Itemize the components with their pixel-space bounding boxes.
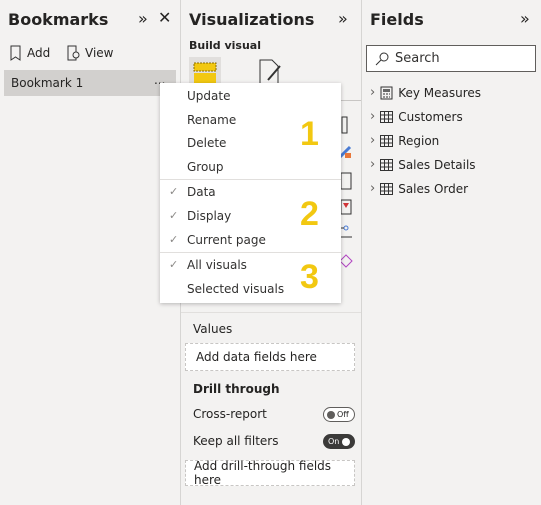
table-icon [380, 134, 394, 147]
check-icon: ✓ [169, 209, 179, 222]
values-label: Values [193, 322, 233, 336]
menu-divider [160, 179, 341, 180]
toggle-knob [327, 410, 335, 419]
chevron-right-icon[interactable]: › [370, 133, 375, 148]
menu-item-selected-visuals[interactable]: Selected visuals [187, 282, 284, 296]
values-drop-zone[interactable]: Add data fields here [185, 343, 355, 371]
cross-report-label: Cross-report [193, 407, 267, 421]
menu-item-update[interactable]: Update [187, 89, 230, 103]
toggle-state: On [328, 437, 340, 446]
check-icon: ✓ [169, 258, 179, 271]
annotation-number: 2 [300, 195, 319, 233]
build-visual-tab[interactable] [189, 57, 221, 85]
search-input[interactable]: Search [366, 45, 536, 72]
table-name: Customers [398, 109, 463, 124]
search-placeholder: Search [395, 51, 440, 66]
menu-divider [160, 252, 341, 253]
chevron-right-icon[interactable]: › [370, 109, 375, 124]
format-visual-icon[interactable] [258, 58, 284, 86]
keep-filters-label: Keep all filters [193, 434, 279, 448]
fields-well-icon [193, 62, 217, 83]
table-name: Region [398, 133, 440, 148]
menu-item-delete[interactable]: Delete [187, 136, 226, 150]
bookmark-add-icon [10, 45, 21, 61]
drill-through-drop-zone[interactable]: Add drill-through fields here [185, 459, 355, 487]
chevron-right-icon[interactable]: › [370, 85, 375, 100]
visual-type-icons[interactable] [340, 115, 356, 275]
add-label: Add [27, 46, 51, 60]
chevron-right-icon[interactable]: › [370, 157, 375, 172]
visualizations-title: Visualizations [189, 10, 315, 29]
check-icon: ✓ [169, 233, 179, 246]
field-table-key-measures[interactable]: › Key Measures [370, 85, 481, 100]
cross-report-toggle[interactable]: Off [323, 407, 355, 422]
toggle-state: Off [337, 410, 349, 419]
menu-item-all-visuals[interactable]: All visuals [187, 258, 247, 272]
field-table-region[interactable]: › Region [370, 133, 439, 148]
table-icon [380, 110, 394, 123]
field-table-sales-details[interactable]: › Sales Details [370, 157, 476, 172]
table-icon [380, 182, 394, 195]
table-name: Key Measures [398, 85, 482, 100]
menu-item-rename[interactable]: Rename [187, 113, 236, 127]
table-icon [380, 158, 394, 171]
collapse-fields-icon[interactable]: » [520, 9, 530, 28]
drill-through-title: Drill through [193, 382, 280, 396]
fields-title: Fields [370, 10, 424, 29]
view-label: View [85, 46, 114, 60]
menu-item-display[interactable]: Display [187, 209, 231, 223]
table-name: Sales Details [398, 157, 476, 172]
menu-item-group[interactable]: Group [187, 160, 224, 174]
collapse-bookmarks-icon[interactable]: » [138, 9, 148, 28]
keep-filters-toggle[interactable]: On [323, 434, 355, 449]
bookmark-label: Bookmark 1 [11, 76, 84, 90]
table-name: Sales Order [398, 181, 469, 196]
menu-item-current-page[interactable]: Current page [187, 233, 266, 247]
annotation-number: 3 [300, 258, 319, 296]
view-bookmark-button[interactable]: View [67, 45, 113, 61]
annotation-number: 1 [300, 115, 319, 153]
bookmark-context-menu: Update Rename Delete Group ✓ Data ✓ Disp… [160, 83, 341, 303]
add-bookmark-button[interactable]: Add [10, 45, 50, 61]
close-icon[interactable]: ✕ [158, 8, 171, 27]
check-icon: ✓ [169, 185, 179, 198]
calculator-icon [380, 86, 393, 100]
toggle-knob [342, 437, 351, 446]
bookmark-item[interactable]: Bookmark 1 ... [4, 70, 176, 96]
view-icon [67, 45, 80, 61]
search-icon [375, 52, 389, 65]
bookmarks-title: Bookmarks [8, 10, 109, 29]
build-visual-label: Build visual [189, 39, 261, 52]
field-table-sales-order[interactable]: › Sales Order [370, 181, 468, 196]
menu-item-data[interactable]: Data [187, 185, 216, 199]
field-table-customers[interactable]: › Customers [370, 109, 463, 124]
collapse-viz-icon[interactable]: » [338, 9, 348, 28]
chevron-right-icon[interactable]: › [370, 181, 375, 196]
